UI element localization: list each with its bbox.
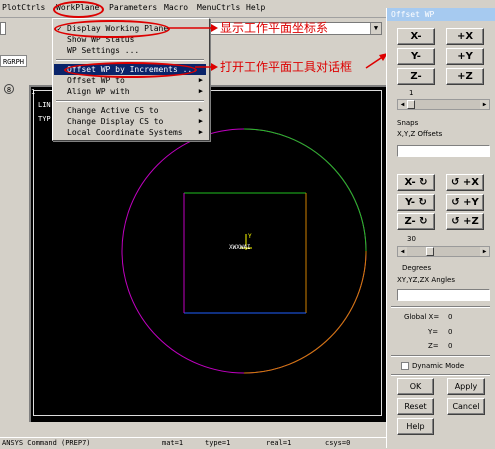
- annotation-offset-dialog: 打开工作平面工具对话框: [220, 60, 353, 74]
- help-button[interactable]: Help: [397, 418, 434, 435]
- angles-input[interactable]: [397, 289, 490, 301]
- xyz-offsets-input[interactable]: [397, 145, 490, 157]
- dialog-title: Offset WP: [391, 10, 435, 19]
- global-x-label: Global X=: [404, 313, 440, 321]
- slider-right-arrow-icon[interactable]: ▶: [480, 247, 489, 256]
- apply-button[interactable]: Apply: [447, 378, 485, 395]
- slider-thumb[interactable]: [426, 247, 434, 256]
- rotate-y-minus-button[interactable]: Y- ↻: [397, 194, 435, 211]
- snaps-label: Snaps: [397, 119, 419, 127]
- xyz-offsets-label: X,Y,Z Offsets: [397, 130, 443, 138]
- translation-increment-slider[interactable]: ◀ ▶: [397, 99, 490, 110]
- arrow-head-icon: [211, 63, 218, 71]
- move-y-plus-button[interactable]: +Y: [446, 48, 484, 65]
- move-z-minus-button[interactable]: Z-: [397, 68, 435, 85]
- move-y-minus-button[interactable]: Y-: [397, 48, 435, 65]
- translation-increment-value: 1: [409, 89, 414, 97]
- arrow-head-icon: [211, 24, 218, 32]
- move-x-minus-button[interactable]: X-: [397, 28, 435, 45]
- rotate-z-plus-button[interactable]: ↺ +Z: [446, 213, 484, 230]
- slider-left-arrow-icon[interactable]: ◀: [398, 100, 407, 109]
- move-z-plus-button[interactable]: +Z: [446, 68, 484, 85]
- global-x-value: 0: [448, 313, 453, 321]
- global-z-label: Z=: [428, 342, 439, 350]
- divider: [391, 374, 490, 376]
- dynamic-mode-label: Dynamic Mode: [412, 362, 465, 370]
- rotate-x-minus-button[interactable]: X- ↻: [397, 174, 435, 191]
- angles-label: XY,YZ,ZX Angles: [397, 276, 455, 284]
- dialog-title-bar: Offset WP: [387, 8, 495, 21]
- reset-button[interactable]: Reset: [397, 398, 434, 415]
- global-y-label: Y=: [428, 328, 439, 336]
- rotate-y-plus-button[interactable]: ↺ +Y: [446, 194, 484, 211]
- divider: [391, 306, 490, 308]
- divider: [391, 355, 490, 357]
- rotate-x-plus-button[interactable]: ↺ +X: [446, 174, 484, 191]
- move-x-plus-button[interactable]: +X: [446, 28, 484, 45]
- rotation-increment-value: 30: [407, 235, 416, 243]
- ok-button[interactable]: OK: [397, 378, 434, 395]
- slider-thumb[interactable]: [407, 100, 415, 109]
- slider-right-arrow-icon[interactable]: ▶: [480, 100, 489, 109]
- dynamic-mode-checkbox[interactable]: [401, 362, 409, 370]
- global-y-value: 0: [448, 328, 453, 336]
- cancel-button[interactable]: Cancel: [447, 398, 485, 415]
- annotation-display-wp: 显示工作平面坐标系: [220, 21, 329, 35]
- rotation-increment-slider[interactable]: ◀ ▶: [397, 246, 490, 257]
- global-z-value: 0: [448, 342, 453, 350]
- degrees-label: Degrees: [402, 264, 432, 272]
- rotate-z-minus-button[interactable]: Z- ↻: [397, 213, 435, 230]
- slider-left-arrow-icon[interactable]: ◀: [398, 247, 407, 256]
